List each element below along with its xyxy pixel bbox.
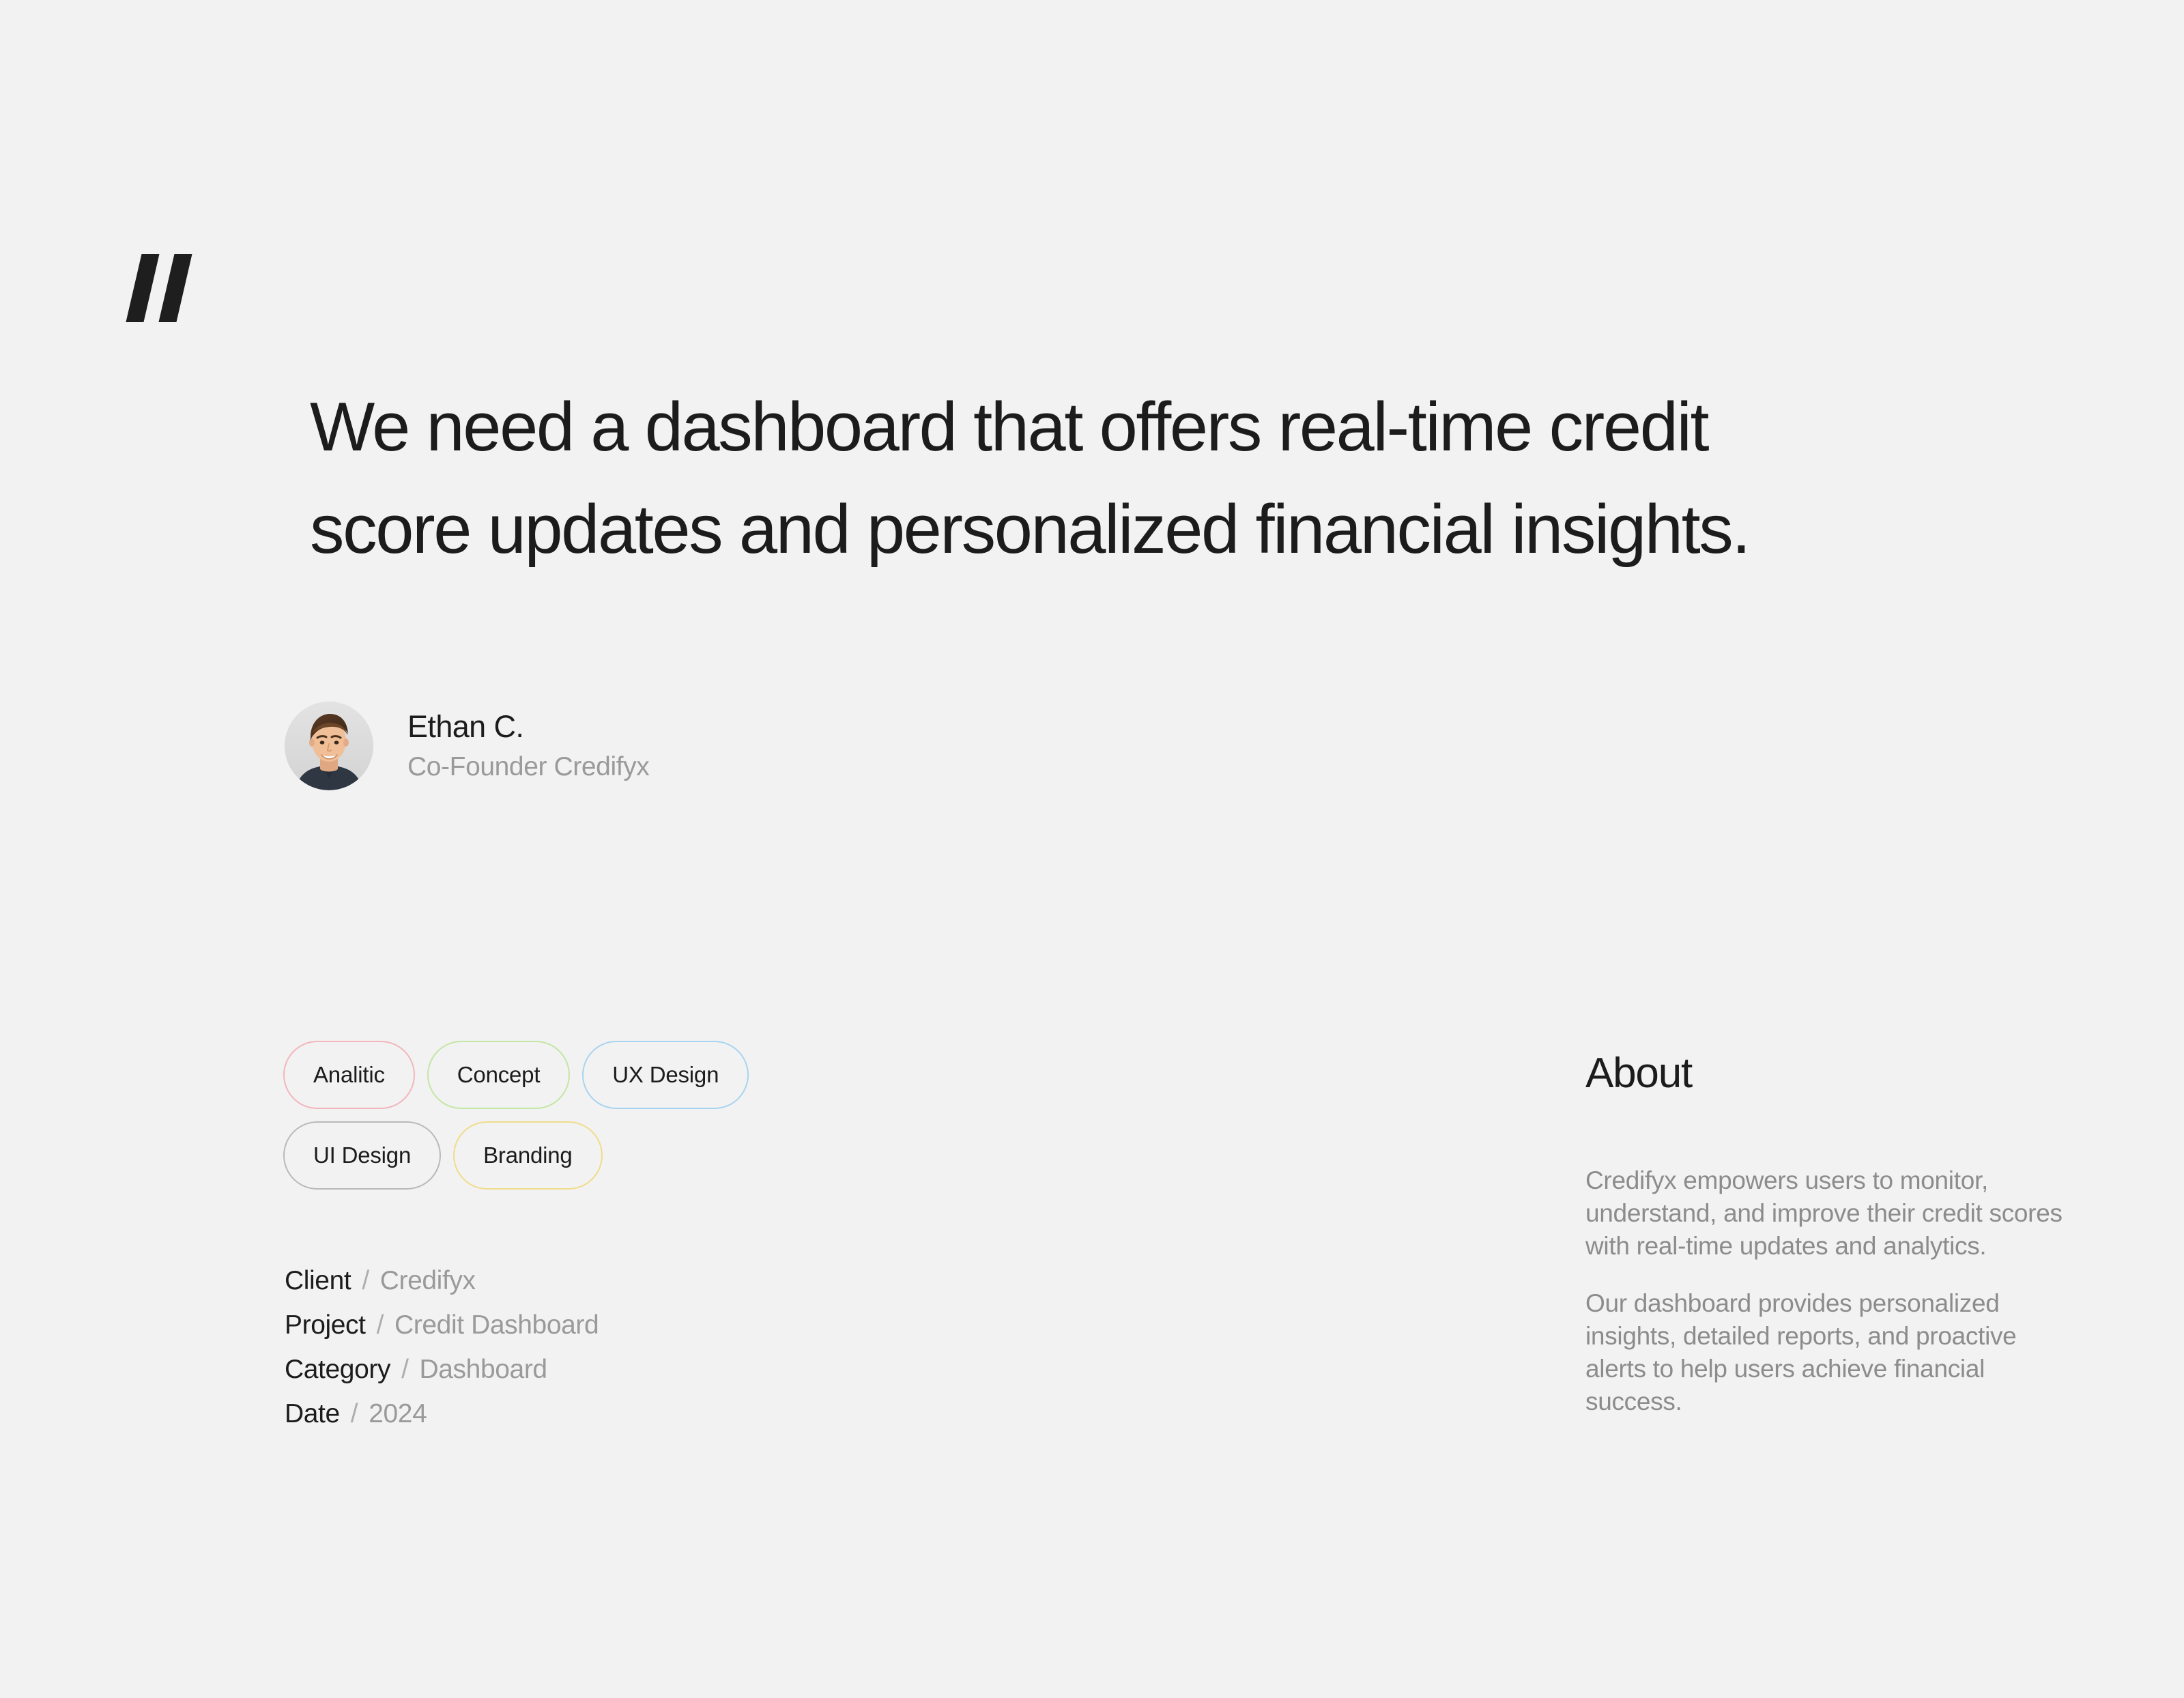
meta-row: Category / Dashboard <box>285 1355 599 1399</box>
tag-label: UI Design <box>313 1142 412 1168</box>
tag-list: Analitic Concept UX Design UI Design Brandin… <box>283 1041 897 1190</box>
meta-label: Client <box>285 1266 351 1295</box>
quote-text: We need a dashboard that offers real-tim… <box>310 389 1751 568</box>
author-name: Ethan C. <box>407 709 524 744</box>
tag-pill[interactable]: Branding <box>453 1121 603 1190</box>
author-meta: Ethan C. Co-Founder Credifyx <box>407 709 650 783</box>
author-role: Co-Founder Credifyx <box>407 752 650 781</box>
quote-author: Ethan C. Co-Founder Credifyx <box>285 702 650 790</box>
tag-label: Concept <box>457 1062 541 1087</box>
meta-value: Dashboard <box>419 1355 548 1384</box>
about-body: Credifyx empowers users to monitor, unde… <box>1585 1164 2063 1418</box>
meta-value: 2024 <box>369 1399 427 1428</box>
quote-mark-icon <box>126 254 210 336</box>
meta-label: Category <box>285 1355 391 1384</box>
meta-row: Project / Credit Dashboard <box>285 1310 599 1355</box>
meta-value: Credit Dashboard <box>394 1310 599 1340</box>
about-title: About <box>1585 1050 1693 1097</box>
meta-row: Date / 2024 <box>285 1399 599 1443</box>
tag-label: UX Design <box>612 1062 719 1087</box>
meta-value: Credifyx <box>379 1266 476 1295</box>
about-paragraph: Credifyx empowers users to monitor, unde… <box>1585 1166 2063 1260</box>
meta-label: Project <box>285 1310 366 1340</box>
tag-pill[interactable]: UX Design <box>582 1041 749 1109</box>
quote-mark-bar-left <box>126 254 160 322</box>
tag-pill[interactable]: Analitic <box>283 1041 415 1109</box>
about-section: About Credifyx empowers users to monitor… <box>1585 1050 2063 1418</box>
meta-row: Client / Credifyx <box>285 1266 599 1310</box>
meta-separator: / <box>350 1399 358 1428</box>
quote-mark-bar-right <box>158 254 192 322</box>
tag-label: Branding <box>483 1142 573 1168</box>
tag-label: Analitic <box>313 1062 385 1087</box>
project-meta-list: Client / Credifyx Project / Credit Dashboard C… <box>285 1266 599 1443</box>
tag-pill[interactable]: Concept <box>427 1041 571 1109</box>
meta-separator: / <box>401 1355 409 1384</box>
meta-separator: / <box>376 1310 384 1340</box>
tag-pill[interactable]: UI Design <box>283 1121 442 1190</box>
avatar <box>285 702 373 790</box>
meta-separator: / <box>362 1266 369 1295</box>
meta-label: Date <box>285 1399 340 1428</box>
about-paragraph: Our dashboard provides personalized insi… <box>1585 1289 2017 1415</box>
